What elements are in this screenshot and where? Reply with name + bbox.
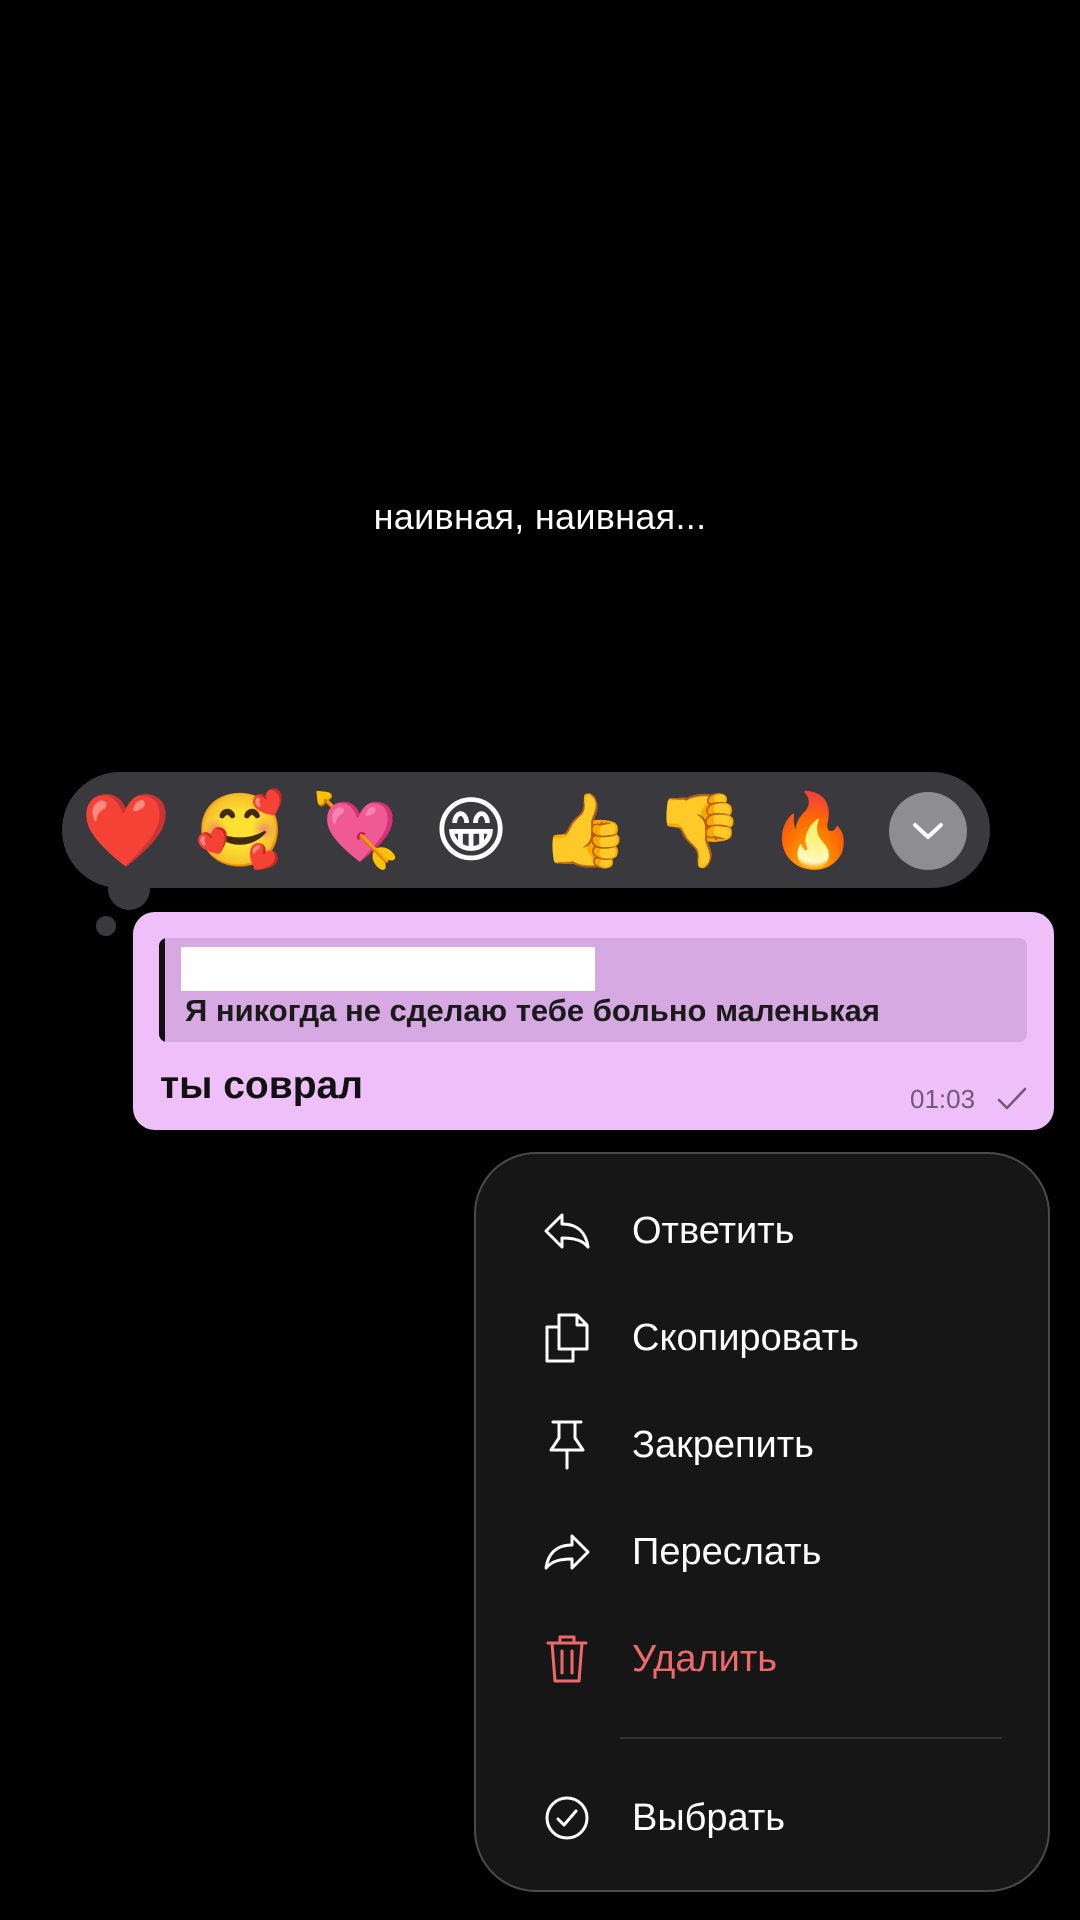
menu-item-delete[interactable]: Удалить	[540, 1629, 777, 1689]
copy-icon	[540, 1311, 594, 1365]
reaction-red-heart[interactable]: ❤️	[79, 783, 173, 877]
menu-item-label: Закрепить	[632, 1423, 814, 1466]
menu-item-label: Переслать	[632, 1530, 822, 1573]
menu-item-copy[interactable]: Скопировать	[540, 1308, 859, 1368]
menu-item-forward[interactable]: Переслать	[540, 1522, 821, 1582]
check-icon	[997, 1087, 1027, 1110]
menu-item-select[interactable]: Выбрать	[540, 1788, 785, 1848]
reaction-thumbs-up[interactable]: 👍	[538, 783, 632, 877]
message-timestamp: 01:03	[910, 1084, 976, 1114]
reply-quote-text: Я никогда не сделаю тебе больно маленька…	[185, 993, 881, 1028]
reaction-fire[interactable]: 🔥	[766, 783, 860, 877]
expand-reactions-button[interactable]	[889, 792, 967, 870]
message-text: ты соврал	[160, 1064, 364, 1107]
reaction-thumbs-down[interactable]: 👎	[652, 783, 746, 877]
menu-item-reply[interactable]: Ответить	[540, 1201, 794, 1261]
reply-quote-bar	[159, 938, 165, 1042]
reply-quote[interactable]: Я никогда не сделаю тебе больно маленька…	[159, 938, 1027, 1042]
select-icon	[540, 1791, 594, 1845]
menu-item-label: Скопировать	[632, 1316, 859, 1359]
reaction-smiling-face-with-hearts[interactable]: 🥰	[193, 783, 287, 877]
menu-divider	[620, 1737, 1002, 1739]
chevron-down-icon	[913, 823, 943, 839]
reaction-bar-tail-dot-small	[96, 916, 116, 936]
menu-item-label: Ответить	[632, 1209, 795, 1252]
pin-icon	[540, 1418, 594, 1472]
reaction-heart-with-arrow[interactable]: 💘	[309, 783, 403, 877]
chat-caption: наивная, наивная...	[373, 496, 707, 537]
menu-item-label: Выбрать	[632, 1796, 786, 1839]
menu-item-label: Удалить	[632, 1637, 778, 1680]
trash-icon	[540, 1632, 594, 1686]
reply-author-redacted	[181, 947, 595, 991]
forward-icon	[540, 1525, 594, 1579]
reaction-beaming-face[interactable]: 😁	[424, 783, 518, 877]
menu-item-pin[interactable]: Закрепить	[540, 1415, 814, 1475]
reply-icon	[540, 1204, 594, 1258]
